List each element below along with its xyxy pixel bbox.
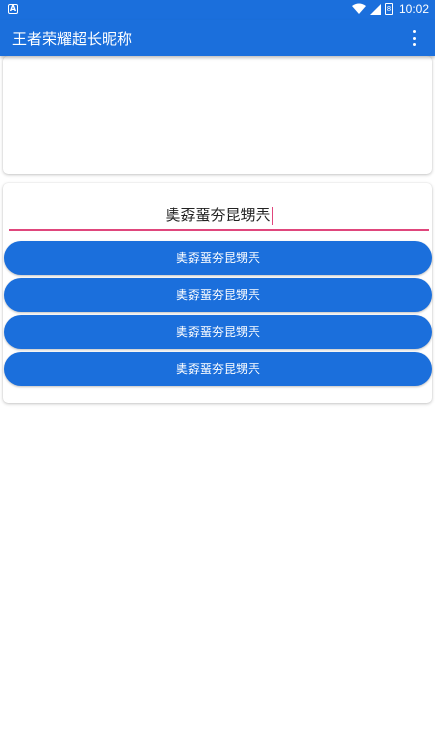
- overflow-menu-icon[interactable]: [413, 30, 417, 46]
- notification-icon: A: [8, 4, 18, 14]
- battery-icon: 8: [384, 3, 393, 15]
- app-bar: 王者荣耀超长昵称: [0, 20, 435, 56]
- signal-icon: [369, 3, 381, 15]
- result-button-2[interactable]: ⁠⁠⁠⁠⁠⁠⁠⁠⁠⁠⁠⁠⁠⁠⁠⁠⁠⁠奊孬蝁夯昆甥兲: [4, 278, 432, 312]
- status-icons: 8 10:02: [351, 2, 429, 16]
- output-card: [3, 56, 432, 174]
- nickname-input[interactable]: 奊孬蝁夯昆甥兲: [9, 201, 429, 231]
- result-button-3[interactable]: ⁠⁠⁠⁠⁠⁠⁠⁠⁠奊孬蝁夯昆甥兲⁠⁠⁠⁠⁠⁠⁠⁠⁠: [4, 315, 432, 349]
- status-bar: A 8 10:02: [0, 0, 435, 20]
- result-button-1[interactable]: 奊孬蝁夯昆甥兲⁠⁠⁠⁠⁠⁠⁠⁠⁠⁠⁠⁠⁠⁠⁠⁠⁠⁠: [4, 241, 432, 275]
- wifi-icon: [351, 3, 366, 14]
- clock: 10:02: [398, 2, 429, 16]
- input-card: 奊孬蝁夯昆甥兲 奊孬蝁夯昆甥兲⁠⁠⁠⁠⁠⁠⁠⁠⁠⁠⁠⁠⁠⁠⁠⁠⁠⁠ ⁠⁠⁠⁠⁠⁠…: [3, 183, 432, 403]
- text-caret: [271, 206, 273, 225]
- nickname-input-value: 奊孬蝁夯昆甥兲: [165, 206, 271, 224]
- app-title: 王者荣耀超长昵称: [12, 30, 133, 48]
- result-button-4[interactable]: ⁠奊⁠孬⁠蝁⁠夯⁠昆⁠甥⁠兲: [4, 352, 432, 386]
